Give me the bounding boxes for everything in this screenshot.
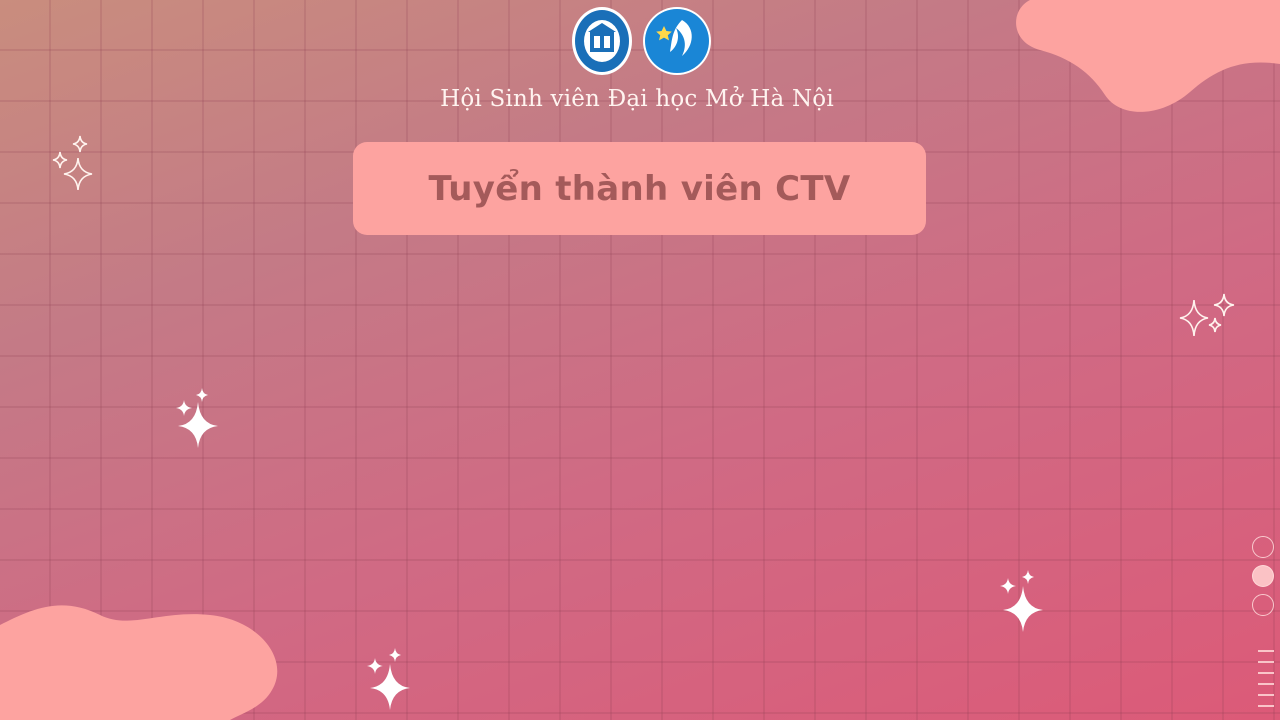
pagination-dot[interactable]	[1252, 536, 1274, 558]
pagination-dots	[1252, 536, 1280, 623]
logos	[570, 6, 712, 76]
sparkle-icon	[367, 648, 410, 710]
hoi-sinh-vien-viet-nam-logo	[643, 7, 711, 75]
organization-name: Hội Sinh viên Đại học Mở Hà Nội	[440, 86, 834, 112]
pagination-dot-active[interactable]	[1252, 565, 1274, 587]
sparkle-icon	[1000, 570, 1043, 632]
bottom-left-blob	[0, 605, 278, 720]
sparkle-outline-icon	[52, 135, 93, 191]
sparkle-icon	[176, 388, 218, 448]
hanoi-open-university-logo	[572, 7, 632, 75]
pagination-dot[interactable]	[1252, 594, 1274, 616]
side-line-decoration	[1258, 650, 1274, 716]
slide-title: Tuyển thành viên CTV	[428, 168, 851, 209]
title-banner: Tuyển thành viên CTV	[353, 142, 926, 235]
sparkle-outline-icon	[1179, 293, 1235, 337]
